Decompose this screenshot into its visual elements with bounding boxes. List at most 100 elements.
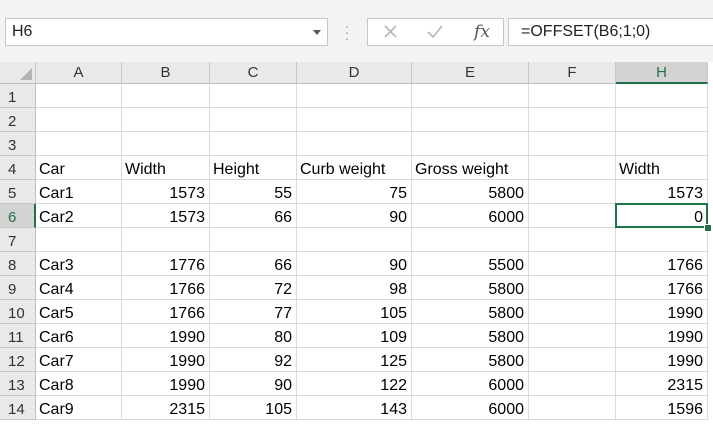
cell-f14[interactable] (529, 396, 616, 420)
cell-d3[interactable] (297, 132, 412, 156)
row-header-9[interactable]: 9 (0, 276, 36, 300)
cell-a14[interactable]: Car9 (36, 396, 122, 420)
cell-d9[interactable]: 98 (297, 276, 412, 300)
column-header-e[interactable]: E (412, 62, 529, 84)
cell-f13[interactable] (529, 372, 616, 396)
row-header-6[interactable]: 6 (0, 204, 36, 228)
row-header-2[interactable]: 2 (0, 108, 36, 132)
cell-b14[interactable]: 2315 (122, 396, 210, 420)
cell-c6[interactable]: 66 (210, 204, 297, 228)
cell-a12[interactable]: Car7 (36, 348, 122, 372)
more-options-icon[interactable]: · · · (344, 19, 350, 45)
cell-c13[interactable]: 90 (210, 372, 297, 396)
cell-f9[interactable] (529, 276, 616, 300)
fill-handle[interactable] (704, 224, 712, 232)
cell-d11[interactable]: 109 (297, 324, 412, 348)
cell-d12[interactable]: 125 (297, 348, 412, 372)
cell-a11[interactable]: Car6 (36, 324, 122, 348)
cell-b5[interactable]: 1573 (122, 180, 210, 204)
cell-b13[interactable]: 1990 (122, 372, 210, 396)
column-header-a[interactable]: A (36, 62, 122, 84)
cell-b6[interactable]: 1573 (122, 204, 210, 228)
cell-b2[interactable] (122, 108, 210, 132)
row-header-3[interactable]: 3 (0, 132, 36, 156)
cell-e5[interactable]: 5800 (412, 180, 529, 204)
column-header-b[interactable]: B (122, 62, 210, 84)
cell-d8[interactable]: 90 (297, 252, 412, 276)
cell-e12[interactable]: 5800 (412, 348, 529, 372)
cell-f12[interactable] (529, 348, 616, 372)
formula-input[interactable]: =OFFSET(B6;1;0) (508, 18, 713, 46)
cell-h8[interactable]: 1766 (616, 252, 708, 276)
cell-c10[interactable]: 77 (210, 300, 297, 324)
cell-a6[interactable]: Car2 (36, 204, 122, 228)
cell-h2[interactable] (616, 108, 708, 132)
row-header-1[interactable]: 1 (0, 84, 36, 108)
cell-b12[interactable]: 1990 (122, 348, 210, 372)
cell-b7[interactable] (122, 228, 210, 252)
row-header-14[interactable]: 14 (0, 396, 36, 420)
cell-d1[interactable] (297, 84, 412, 108)
row-header-11[interactable]: 11 (0, 324, 36, 348)
cell-c11[interactable]: 80 (210, 324, 297, 348)
cell-d10[interactable]: 105 (297, 300, 412, 324)
cell-e7[interactable] (412, 228, 529, 252)
cell-f2[interactable] (529, 108, 616, 132)
cell-h10[interactable]: 1990 (616, 300, 708, 324)
cell-e14[interactable]: 6000 (412, 396, 529, 420)
cell-h12[interactable]: 1990 (616, 348, 708, 372)
insert-function-button[interactable]: fx (462, 19, 502, 45)
cell-h7[interactable] (616, 228, 708, 252)
cell-e2[interactable] (412, 108, 529, 132)
cell-e13[interactable]: 6000 (412, 372, 529, 396)
cell-a13[interactable]: Car8 (36, 372, 122, 396)
cell-a7[interactable] (36, 228, 122, 252)
row-header-10[interactable]: 10 (0, 300, 36, 324)
cell-a2[interactable] (36, 108, 122, 132)
cell-e3[interactable] (412, 132, 529, 156)
row-header-4[interactable]: 4 (0, 156, 36, 180)
cell-c5[interactable]: 55 (210, 180, 297, 204)
cell-c1[interactable] (210, 84, 297, 108)
cell-c2[interactable] (210, 108, 297, 132)
cell-f8[interactable] (529, 252, 616, 276)
cell-a8[interactable]: Car3 (36, 252, 122, 276)
cell-e6[interactable]: 6000 (412, 204, 529, 228)
cell-d14[interactable]: 143 (297, 396, 412, 420)
cell-e1[interactable] (412, 84, 529, 108)
cell-f10[interactable] (529, 300, 616, 324)
cell-f11[interactable] (529, 324, 616, 348)
row-header-8[interactable]: 8 (0, 252, 36, 276)
cancel-button[interactable] (370, 19, 410, 45)
cell-a4[interactable]: Car (36, 156, 122, 180)
cell-c9[interactable]: 72 (210, 276, 297, 300)
cell-h14[interactable]: 1596 (616, 396, 708, 420)
chevron-down-icon[interactable] (313, 30, 321, 35)
cell-c7[interactable] (210, 228, 297, 252)
cell-h13[interactable]: 2315 (616, 372, 708, 396)
cell-h6[interactable]: 0 (616, 204, 708, 228)
select-all-button[interactable] (0, 62, 36, 84)
name-box[interactable]: H6 (5, 18, 328, 46)
cell-a1[interactable] (36, 84, 122, 108)
row-header-7[interactable]: 7 (0, 228, 36, 252)
cell-c14[interactable]: 105 (210, 396, 297, 420)
row-header-13[interactable]: 13 (0, 372, 36, 396)
cell-h1[interactable] (616, 84, 708, 108)
cell-d4[interactable]: Curb weight (297, 156, 412, 180)
column-header-c[interactable]: C (210, 62, 297, 84)
cell-h5[interactable]: 1573 (616, 180, 708, 204)
cell-d13[interactable]: 122 (297, 372, 412, 396)
cell-f3[interactable] (529, 132, 616, 156)
cell-f1[interactable] (529, 84, 616, 108)
cell-h3[interactable] (616, 132, 708, 156)
cell-b4[interactable]: Width (122, 156, 210, 180)
cell-a5[interactable]: Car1 (36, 180, 122, 204)
cell-f4[interactable] (529, 156, 616, 180)
cell-e10[interactable]: 5800 (412, 300, 529, 324)
row-header-12[interactable]: 12 (0, 348, 36, 372)
cell-c3[interactable] (210, 132, 297, 156)
column-header-f[interactable]: F (529, 62, 616, 84)
cell-d6[interactable]: 90 (297, 204, 412, 228)
cell-h4[interactable]: Width (616, 156, 708, 180)
